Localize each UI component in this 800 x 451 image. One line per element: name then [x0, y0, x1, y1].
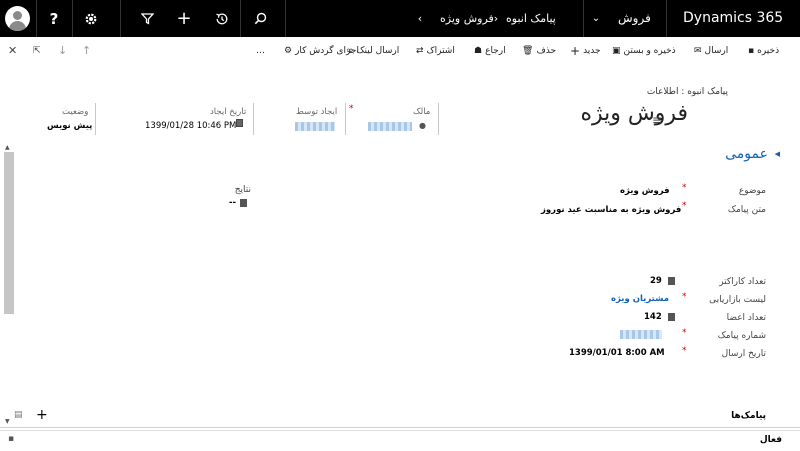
footer-save-icon[interactable]: ▪	[8, 434, 14, 444]
required-marker: *	[682, 201, 687, 211]
save-close-icon: ▣	[612, 45, 621, 56]
help-icon[interactable]: ?	[36, 0, 72, 37]
owner-label: مالک	[413, 107, 431, 117]
more-commands-button[interactable]: …	[256, 37, 265, 64]
scrollbar[interactable]	[4, 152, 14, 314]
subgrid-header	[0, 408, 800, 428]
footer-status: فعال	[759, 435, 782, 445]
assign-users-icon: ☗	[474, 45, 483, 56]
collapse-triangle-icon[interactable]: ◀	[775, 150, 780, 158]
arrow-up-icon: ↑	[82, 44, 92, 57]
search-icon[interactable]	[247, 0, 273, 37]
header-field-divider	[253, 103, 254, 135]
member-count-value: 142	[644, 312, 662, 322]
user-icon: ●	[419, 121, 426, 130]
filter-icon[interactable]	[133, 0, 161, 37]
previous-record-button[interactable]: ↑	[82, 37, 91, 64]
chevron-down-icon[interactable]: ⌄	[588, 0, 604, 37]
form-breadcrumb: پیامک انبوه : اطلاعات	[646, 87, 728, 97]
created-by-label: ایجاد توسط	[296, 107, 338, 117]
status-label: وضعیت	[62, 107, 89, 117]
save-icon: ▪	[748, 45, 755, 56]
member-count-label: تعداد اعضا	[726, 313, 766, 323]
next-record-button[interactable]: ↓	[58, 37, 67, 64]
link-icon: ∞	[346, 45, 354, 56]
app-title[interactable]: Dynamics 365	[683, 0, 783, 37]
arrow-down-icon: ↓	[58, 44, 68, 57]
required-marker: *	[682, 183, 687, 193]
popout-button[interactable]: ⇱	[33, 37, 41, 64]
assign-button[interactable]: ☗ ارجاع	[474, 37, 506, 64]
history-icon[interactable]	[208, 0, 236, 37]
breadcrumb-separator-icon: ›	[493, 12, 499, 25]
share-button[interactable]: ⇄ اشتراک	[416, 37, 455, 64]
share-icon: ⇄	[416, 45, 424, 56]
new-button[interactable]: + جدید	[570, 37, 601, 64]
subject-value[interactable]: فروش ویژه	[620, 186, 670, 196]
user-avatar[interactable]	[5, 6, 30, 31]
add-record-icon[interactable]: +	[36, 407, 48, 423]
result-value: --	[229, 198, 237, 208]
status-footer	[0, 430, 800, 451]
top-nav-bar: ? + ‹ فروش ویژه › پیامک انبوه ⌄ فروش Dyn…	[0, 0, 800, 37]
lock-icon	[668, 277, 675, 285]
record-title: فروش ویژه	[580, 101, 688, 126]
send-link-button[interactable]: ∞ ارسال لینک	[346, 37, 399, 64]
nav-record-link[interactable]: فروش ویژه	[440, 0, 494, 37]
add-icon[interactable]: +	[170, 0, 198, 37]
close-icon: ✕	[8, 44, 18, 57]
status-value: پیش نویس	[47, 121, 93, 131]
sms-number-label: شماره پیامک	[717, 331, 766, 341]
created-on-label: تاریخ ایجاد	[210, 107, 247, 117]
send-icon: ✉	[694, 45, 702, 56]
chevron-left-icon[interactable]: ‹	[412, 0, 428, 37]
header-field-divider	[438, 103, 439, 135]
nav-entity-link[interactable]: پیامک انبوه	[506, 0, 556, 37]
delete-button[interactable]: 🗑 حذف	[522, 37, 556, 64]
grid-view-icon[interactable]: ▤	[14, 410, 23, 420]
plus-icon: +	[570, 43, 581, 58]
command-bar: ✕ ⇱ ↓ ↑ … ⚙ اجرای گردش کار ∞ ارسال لینک ⇄ ا…	[0, 37, 800, 64]
created-by-value	[295, 122, 335, 131]
sms-number-value[interactable]	[620, 330, 662, 339]
send-date-label: تاریخ ارسال	[721, 349, 766, 359]
header-field-divider	[345, 103, 346, 135]
char-count-value: 29	[650, 276, 662, 286]
settings-gear-icon[interactable]	[72, 0, 110, 37]
owner-value[interactable]	[368, 122, 412, 131]
nav-area-link[interactable]: فروش	[618, 0, 651, 37]
form-selector-icon[interactable]: ≡	[652, 113, 662, 127]
marketing-list-label: لیست بازاریابی	[709, 295, 766, 305]
trash-icon: 🗑	[522, 45, 534, 56]
close-button[interactable]: ✕	[8, 37, 17, 64]
send-date-value[interactable]: 1399/01/01 8:00 AM	[569, 348, 665, 358]
message-value[interactable]: فروش ویژه به مناسبت عید نوروز	[541, 205, 681, 215]
popout-icon: ⇱	[33, 45, 41, 56]
marketing-list-link[interactable]: مشتریان ویژه	[611, 294, 669, 304]
message-label: متن پیامک	[727, 205, 766, 215]
header-field-divider	[95, 103, 96, 135]
send-button[interactable]: ✉ ارسال	[694, 37, 728, 64]
created-on-value: 1399/01/28 10:46 PM	[145, 121, 237, 131]
save-button[interactable]: ▪ ذخیره	[748, 37, 779, 64]
section-title[interactable]: عمومی	[725, 146, 768, 162]
required-marker: *	[682, 328, 687, 338]
scroll-up-icon[interactable]: ▲	[5, 144, 10, 151]
required-marker: *	[682, 346, 687, 356]
lock-icon	[668, 313, 675, 321]
save-and-close-button[interactable]: ▣ ذخیره و بستن	[612, 37, 676, 64]
char-count-label: تعداد کاراکتر	[719, 277, 766, 287]
result-label: نتایج	[234, 185, 251, 195]
required-marker: *	[682, 292, 687, 302]
subject-label: موضوع	[738, 186, 766, 196]
workflow-icon: ⚙	[284, 45, 293, 56]
required-marker: *	[349, 104, 354, 114]
lock-icon	[240, 199, 247, 207]
subgrid-title: پیامک‌ها	[731, 411, 766, 421]
lock-icon	[236, 119, 243, 127]
